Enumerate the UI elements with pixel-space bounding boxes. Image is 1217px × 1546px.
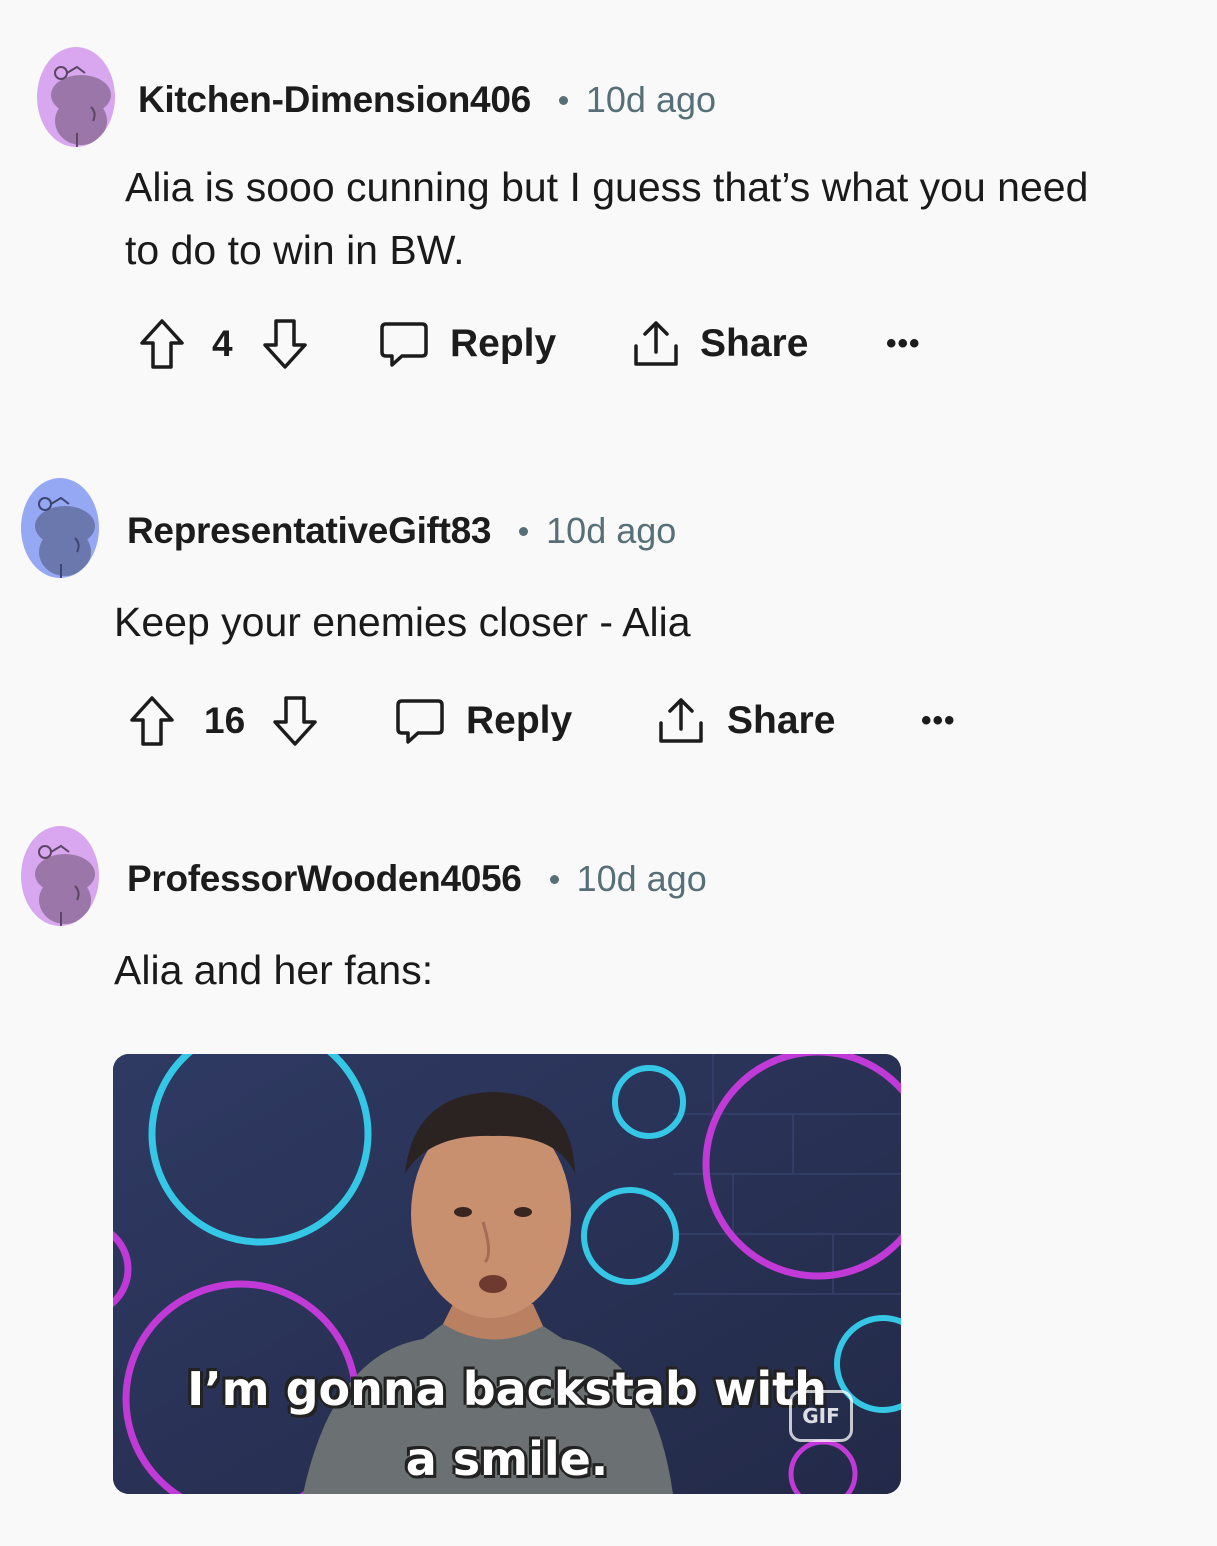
username[interactable]: ProfessorWooden4056 [127, 858, 522, 900]
timestamp[interactable]: 10d ago [577, 858, 707, 900]
comment-body: Alia and her fans: [114, 939, 433, 1002]
gif-caption: I’m gonna backstab with a smile. [113, 1354, 901, 1494]
user-avatar[interactable] [21, 826, 99, 926]
comment-line: Alia and her fans: [114, 947, 434, 993]
gif-badge-icon: GIF [789, 1390, 853, 1442]
separator-dot [549, 874, 559, 884]
gif-embed[interactable]: I’m gonna backstab with a smile. GIF [113, 1054, 901, 1494]
snoo-avatar-icon [21, 826, 99, 926]
comment: ProfessorWooden4056 10d ago Alia and her… [0, 0, 1217, 1546]
caption-line: a smile. [405, 1432, 609, 1486]
caption-line: I’m gonna backstab with [187, 1362, 827, 1416]
